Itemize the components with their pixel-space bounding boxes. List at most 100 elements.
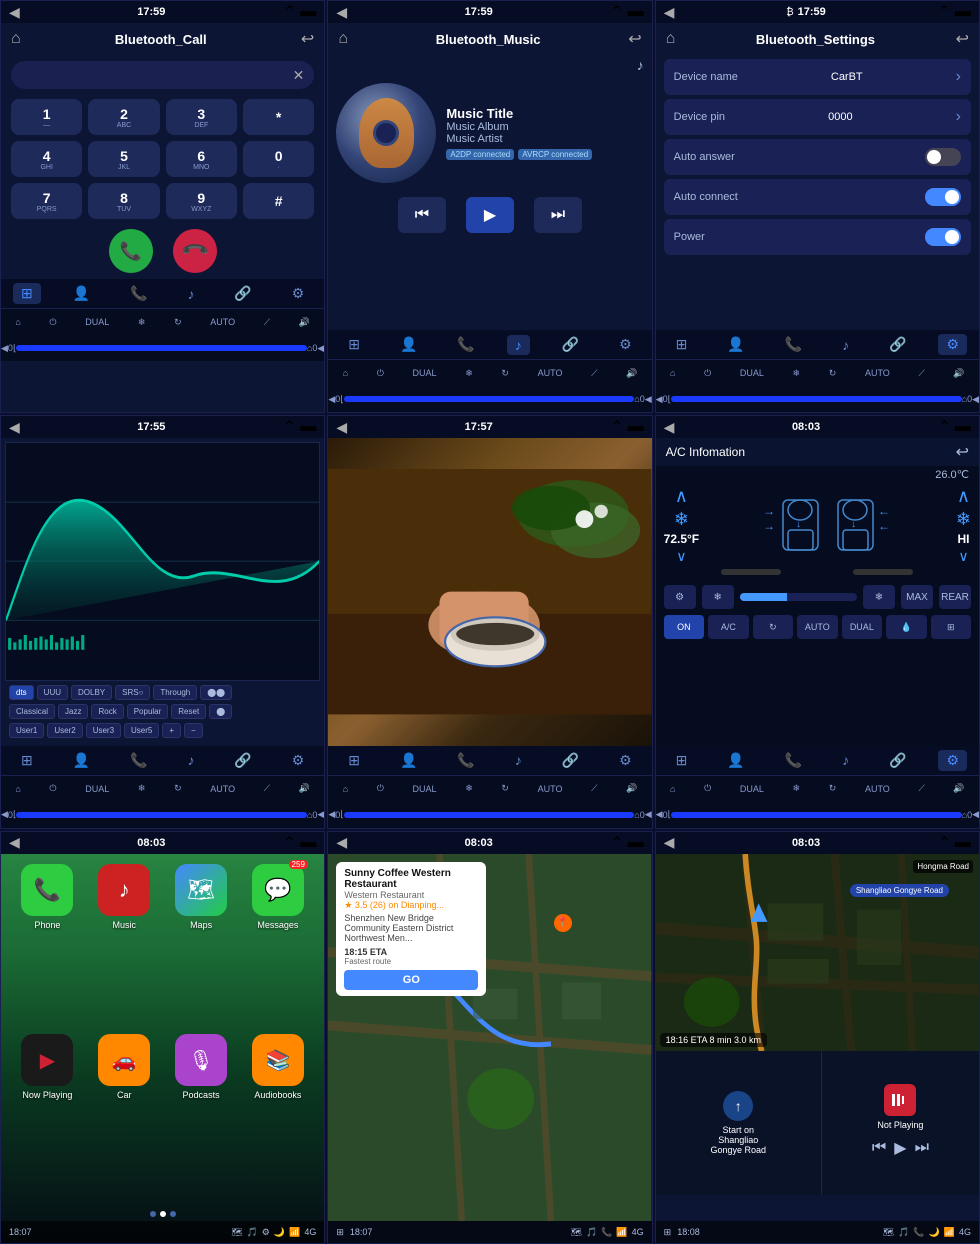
ctrl-fan-p2[interactable]: ❄ <box>465 368 473 379</box>
ctrl-vol-p6[interactable]: 🔊 <box>953 783 964 794</box>
ctrl-l-p5[interactable]: ◀ <box>328 809 335 820</box>
eq-dolby[interactable]: DOLBY <box>71 685 112 700</box>
tab-settings-p6[interactable]: ⚙ <box>938 750 967 771</box>
ac-fan-icon-btn[interactable]: ❄ <box>702 585 734 609</box>
back-arrow-p2[interactable]: ◀ <box>336 4 347 21</box>
eq-classical[interactable]: Classical <box>9 704 55 719</box>
auto-answer-toggle[interactable] <box>925 148 961 166</box>
tab-grid-p5[interactable]: ⊞ <box>340 750 368 771</box>
nav-phone-icon[interactable]: 📞 <box>601 1227 612 1238</box>
nav-music-icon[interactable]: 🎵 <box>586 1227 597 1238</box>
video-content[interactable] <box>328 438 651 745</box>
dial-4[interactable]: 4GHI <box>11 141 82 177</box>
eq-user3[interactable]: User3 <box>86 723 121 738</box>
tab-user-icon[interactable]: 👤 <box>65 283 98 304</box>
ctrl-power[interactable]: ⏻ <box>49 317 56 328</box>
ctrl-angle-p6[interactable]: ⟋ <box>918 783 924 794</box>
ios-app-music[interactable]: ♪ Music <box>90 864 159 1027</box>
ac-mode-auto[interactable]: AUTO <box>797 615 837 639</box>
dial-9[interactable]: 9WXYZ <box>166 183 237 219</box>
tab-grid-icon[interactable]: ⊞ <box>13 283 41 304</box>
ctrl-left[interactable]: ◀ <box>1 343 8 354</box>
ac-max-btn[interactable]: MAX <box>901 585 933 609</box>
ctrl-vol[interactable]: 🔊 <box>299 317 310 328</box>
tab-music-p2[interactable]: ♪ <box>507 335 530 355</box>
tab-settings-p4[interactable]: ⚙ <box>284 750 313 771</box>
home-icon-p1[interactable]: ⌂ <box>11 30 21 48</box>
back-arrow-p7[interactable]: ◀ <box>9 834 20 851</box>
ios-maps-icon[interactable]: 🗺 <box>231 1227 242 1238</box>
tab-link-icon[interactable]: 🔗 <box>226 283 259 304</box>
ctrl-vol-p2[interactable]: 🔊 <box>626 368 637 379</box>
ctrl-right[interactable]: ◀ <box>317 343 324 354</box>
eq-user5[interactable]: User5 <box>124 723 159 738</box>
go-button[interactable]: GO <box>344 970 478 990</box>
tab-settings-p2[interactable]: ⚙ <box>611 334 640 355</box>
ac-left-heat-bar[interactable] <box>721 569 781 575</box>
dial-6[interactable]: 6MNO <box>166 141 237 177</box>
ac-mode-on[interactable]: ON <box>664 615 704 639</box>
ctrl-fan[interactable]: ❄ <box>138 317 146 328</box>
tab-link-p4[interactable]: 🔗 <box>226 750 259 771</box>
ctrl-angle-p3[interactable]: ⟋ <box>918 368 924 379</box>
ac-left-up-arrow[interactable]: ∧ <box>675 486 688 507</box>
tab-link-p6[interactable]: 🔗 <box>881 750 914 771</box>
tab-phone-p6[interactable]: 📞 <box>777 750 810 771</box>
prev-button[interactable]: ⏮ <box>398 197 446 233</box>
eq-remove[interactable]: − <box>184 723 203 738</box>
tab-phone-p2[interactable]: 📞 <box>449 334 482 355</box>
ctrl-l-p4[interactable]: ◀ <box>1 809 8 820</box>
ctrl-slider-p3[interactable] <box>671 396 962 402</box>
tab-settings-p3[interactable]: ⚙ <box>938 334 967 355</box>
dial-star[interactable]: * <box>243 99 314 135</box>
nav-maps-icon[interactable]: 🗺 <box>571 1227 582 1238</box>
ctrl-r-p6[interactable]: ◀ <box>972 809 979 820</box>
tab-user-p6[interactable]: 👤 <box>719 750 752 771</box>
ctrl-ac[interactable]: ↻ <box>174 317 182 328</box>
tab-music-p5[interactable]: ♪ <box>507 750 530 770</box>
tab-user-p5[interactable]: 👤 <box>392 750 425 771</box>
ctrl-fan-p6[interactable]: ❄ <box>793 783 801 794</box>
ac-right-heat-bar[interactable] <box>853 569 913 575</box>
back-arrow-p6[interactable]: ◀ <box>664 419 675 436</box>
eq-user1[interactable]: User1 <box>9 723 44 738</box>
ios-app-podcasts[interactable]: 🎙 Podcasts <box>167 1034 236 1197</box>
ac-down-arrow-right[interactable]: ∨ <box>958 548 968 565</box>
next-button[interactable]: ⏭ <box>534 197 582 233</box>
tab-settings-p5[interactable]: ⚙ <box>611 750 640 771</box>
back-arrow-p1[interactable]: ◀ <box>9 4 20 21</box>
tab-grid-p2[interactable]: ⊞ <box>340 334 368 355</box>
tab-music-p6[interactable]: ♪ <box>834 750 857 770</box>
ctrl-home-p6[interactable]: ⌂ <box>670 784 675 794</box>
ctrl-vol-p3[interactable]: 🔊 <box>953 368 964 379</box>
back-arrow-p8[interactable]: ◀ <box>336 834 347 851</box>
ios-settings-icon[interactable]: ⚙ <box>262 1227 270 1238</box>
page-dot-2[interactable] <box>160 1211 166 1217</box>
ctrl-power-p5[interactable]: ⏻ <box>377 783 384 794</box>
dial-2[interactable]: 2ABC <box>88 99 159 135</box>
ctrl-ac-p5[interactable]: ↻ <box>501 783 509 794</box>
ios-app-nowplaying[interactable]: ▶ Now Playing <box>13 1034 82 1197</box>
back-icon-p1[interactable]: ↩ <box>301 29 314 49</box>
tab-phone-p5[interactable]: 📞 <box>449 750 482 771</box>
tab-link-p5[interactable]: 🔗 <box>554 750 587 771</box>
dial-hash[interactable]: # <box>243 183 314 219</box>
setting-device-pin[interactable]: Device pin 0000 › <box>664 99 971 135</box>
ctrl-s-p6[interactable] <box>671 812 962 818</box>
setting-device-name[interactable]: Device name CarBT › <box>664 59 971 95</box>
eq-add[interactable]: + <box>162 723 181 738</box>
ctrl-s-p4[interactable] <box>16 812 307 818</box>
carplay-map-top[interactable]: Hongma Road Shangliao Gongye Road 18:16 … <box>656 854 979 1051</box>
ac-settings-btn[interactable]: ⚙ <box>664 585 696 609</box>
ctrl-r-p4[interactable]: ◀ <box>317 809 324 820</box>
back-arrow-p4[interactable]: ◀ <box>9 419 20 436</box>
play-pause-button[interactable]: ▶ <box>466 197 514 233</box>
eq-indicator[interactable]: ⬤ <box>209 704 232 719</box>
ac-mode-recirculate[interactable]: ↻ <box>753 615 793 639</box>
map-area[interactable]: Sunny Coffee Western Restaurant Western … <box>328 854 651 1221</box>
tab-phone-p4[interactable]: 📞 <box>122 750 155 771</box>
tab-link-p3[interactable]: 🔗 <box>881 334 914 355</box>
ctrl-angle-p4[interactable]: ⟋ <box>264 783 270 794</box>
ac-mode-vent[interactable]: ⊞ <box>931 615 971 639</box>
back-icon-p2[interactable]: ↩ <box>628 29 641 49</box>
